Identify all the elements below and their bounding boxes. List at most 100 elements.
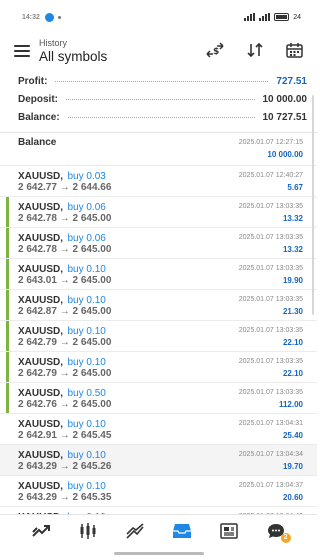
- deal-prices: 2 642.78 → 2 645.00: [18, 244, 112, 255]
- deal-marker: [6, 290, 9, 320]
- deal-prices: 2 642.77 → 2 644.66: [18, 182, 112, 193]
- deal-row[interactable]: XAUUSD, buy 0.10 2025.01.07 13:04:34 2 643…: [0, 445, 317, 476]
- deal-row[interactable]: XAUUSD, buy 0.10 2025.01.07 13:04:31 2 642…: [0, 414, 317, 445]
- summary-row: Deposit: 10 000.00: [18, 90, 307, 108]
- summary: Profit: 727.51 Deposit: 10 000.00 Balance: 10…: [0, 68, 317, 126]
- deal-profit: 13.32: [282, 214, 303, 223]
- deal-time: 2025.01.07 12:40:27: [238, 171, 303, 179]
- app-notification-icon: [44, 12, 54, 22]
- summary-row: Profit: 727.51: [18, 72, 307, 90]
- balance-amount: 10 000.00: [267, 150, 303, 159]
- deal-time: 2025.01.07 13:04:34: [238, 450, 303, 458]
- nav-quotes[interactable]: [26, 518, 56, 544]
- summary-label: Balance:: [18, 111, 60, 123]
- nav-messages[interactable]: 2: [261, 518, 291, 544]
- nav-trade[interactable]: [120, 518, 150, 544]
- deal-profit: 20.60: [282, 493, 303, 502]
- deal-time: 2025.01.07 13:03:35: [238, 295, 303, 303]
- history-list[interactable]: Balance 2025.01.07 12:27:15 10 000.00 XA…: [0, 133, 317, 538]
- signal-icon: [244, 13, 256, 21]
- deal-profit: 22.10: [282, 338, 303, 347]
- deal-symbol: XAUUSD,: [18, 388, 64, 399]
- nav-chart[interactable]: [73, 518, 103, 544]
- deal-time: 2025.01.07 13:04:37: [238, 481, 303, 489]
- svg-text:$: $: [213, 47, 219, 57]
- deal-symbol: XAUUSD,: [18, 357, 64, 368]
- deal-time: 2025.01.07 13:03:35: [238, 388, 303, 396]
- deal-direction: buy 0.10: [67, 357, 106, 368]
- deal-symbol: XAUUSD,: [18, 450, 64, 461]
- deal-profit: 112.00: [278, 400, 303, 409]
- deal-direction: buy 0.06: [67, 202, 106, 213]
- deal-row[interactable]: XAUUSD, buy 0.06 2025.01.07 13:03:35 2 642…: [0, 197, 317, 228]
- deal-marker: [6, 228, 9, 258]
- deal-marker: [6, 197, 9, 227]
- deal-row[interactable]: XAUUSD, buy 0.10 2025.01.07 13:03:35 2 643…: [0, 259, 317, 290]
- deal-prices: 2 642.76 → 2 645.00: [18, 399, 112, 410]
- summary-value: 10 727.51: [262, 111, 308, 123]
- deal-profit: 22.10: [282, 369, 303, 378]
- deal-profit: 19.90: [282, 276, 303, 285]
- menu-icon[interactable]: [14, 45, 30, 57]
- deal-symbol: XAUUSD,: [18, 295, 64, 306]
- deal-direction: buy 0.10: [67, 326, 106, 337]
- messages-badge: 2: [280, 532, 291, 543]
- deal-row[interactable]: XAUUSD, buy 0.10 2025.01.07 13:04:37 2 643…: [0, 476, 317, 507]
- deal-marker: [6, 321, 9, 351]
- news-icon: [219, 522, 238, 539]
- leader-dots: [67, 116, 255, 118]
- scrollbar[interactable]: [312, 95, 314, 315]
- deal-direction: buy 0.10: [67, 419, 106, 430]
- trade-icon: [126, 522, 144, 539]
- deal-direction: buy 0.50: [67, 388, 106, 399]
- deal-profit: 21.30: [282, 307, 303, 316]
- deal-marker: [6, 383, 9, 413]
- deal-symbol: XAUUSD,: [18, 264, 64, 275]
- signal-icon-2: [259, 13, 271, 21]
- summary-row: Balance: 10 727.51: [18, 108, 307, 126]
- deal-prices: 2 642.79 → 2 645.00: [18, 368, 112, 379]
- deal-row[interactable]: XAUUSD, buy 0.03 2025.01.07 12:40:27 2 642…: [0, 166, 317, 197]
- deal-time: 2025.01.07 13:03:35: [238, 326, 303, 334]
- deal-row[interactable]: XAUUSD, buy 0.10 2025.01.07 13:03:35 2 642…: [0, 290, 317, 321]
- deal-time: 2025.01.07 13:03:35: [238, 264, 303, 272]
- deal-row[interactable]: XAUUSD, buy 0.50 2025.01.07 13:03:35 2 642…: [0, 383, 317, 414]
- deal-prices: 2 642.78 → 2 645.00: [18, 213, 112, 224]
- balance-row[interactable]: Balance 2025.01.07 12:27:15 10 000.00: [0, 133, 317, 166]
- summary-label: Deposit:: [18, 93, 58, 105]
- status-time: 14:32: [22, 13, 40, 21]
- deal-marker: [6, 352, 9, 382]
- top-actions: $: [206, 41, 303, 61]
- deal-direction: buy 0.10: [67, 450, 106, 461]
- deal-time: 2025.01.07 13:03:35: [238, 202, 303, 210]
- calendar-icon[interactable]: [286, 42, 303, 61]
- sort-icon[interactable]: [246, 42, 264, 61]
- history-icon: [172, 523, 191, 538]
- deal-row[interactable]: XAUUSD, buy 0.10 2025.01.07 13:03:35 2 642…: [0, 352, 317, 383]
- deal-direction: buy 0.10: [67, 295, 106, 306]
- home-indicator[interactable]: [113, 552, 204, 555]
- status-right: 24: [244, 13, 301, 21]
- deal-symbol: XAUUSD,: [18, 233, 64, 244]
- deal-row[interactable]: XAUUSD, buy 0.10 2025.01.07 13:03:35 2 642…: [0, 321, 317, 352]
- deal-profit: 19.70: [282, 462, 303, 471]
- deal-row[interactable]: XAUUSD, buy 0.06 2025.01.07 13:03:35 2 642…: [0, 228, 317, 259]
- balance-time: 2025.01.07 12:27:15: [238, 138, 303, 146]
- summary-value: 727.51: [276, 75, 307, 87]
- nav-news[interactable]: [214, 518, 244, 544]
- deal-time: 2025.01.07 13:03:35: [238, 357, 303, 365]
- chart-icon: [80, 522, 96, 539]
- quotes-icon: [32, 524, 51, 537]
- deal-prices: 2 643.01 → 2 645.00: [18, 275, 112, 286]
- page-title[interactable]: All symbols: [39, 49, 107, 65]
- leader-dots: [66, 98, 255, 100]
- currency-icon[interactable]: $: [206, 41, 224, 61]
- deal-direction: buy 0.03: [67, 171, 106, 182]
- deal-prices: 2 642.91 → 2 645.45: [18, 430, 112, 441]
- nav-history[interactable]: [167, 518, 197, 544]
- bottom-nav: 2: [0, 514, 317, 546]
- battery-level: 24: [293, 13, 301, 21]
- deal-marker: [6, 259, 9, 289]
- deal-direction: buy 0.10: [67, 481, 106, 492]
- leader-dots: [55, 80, 269, 82]
